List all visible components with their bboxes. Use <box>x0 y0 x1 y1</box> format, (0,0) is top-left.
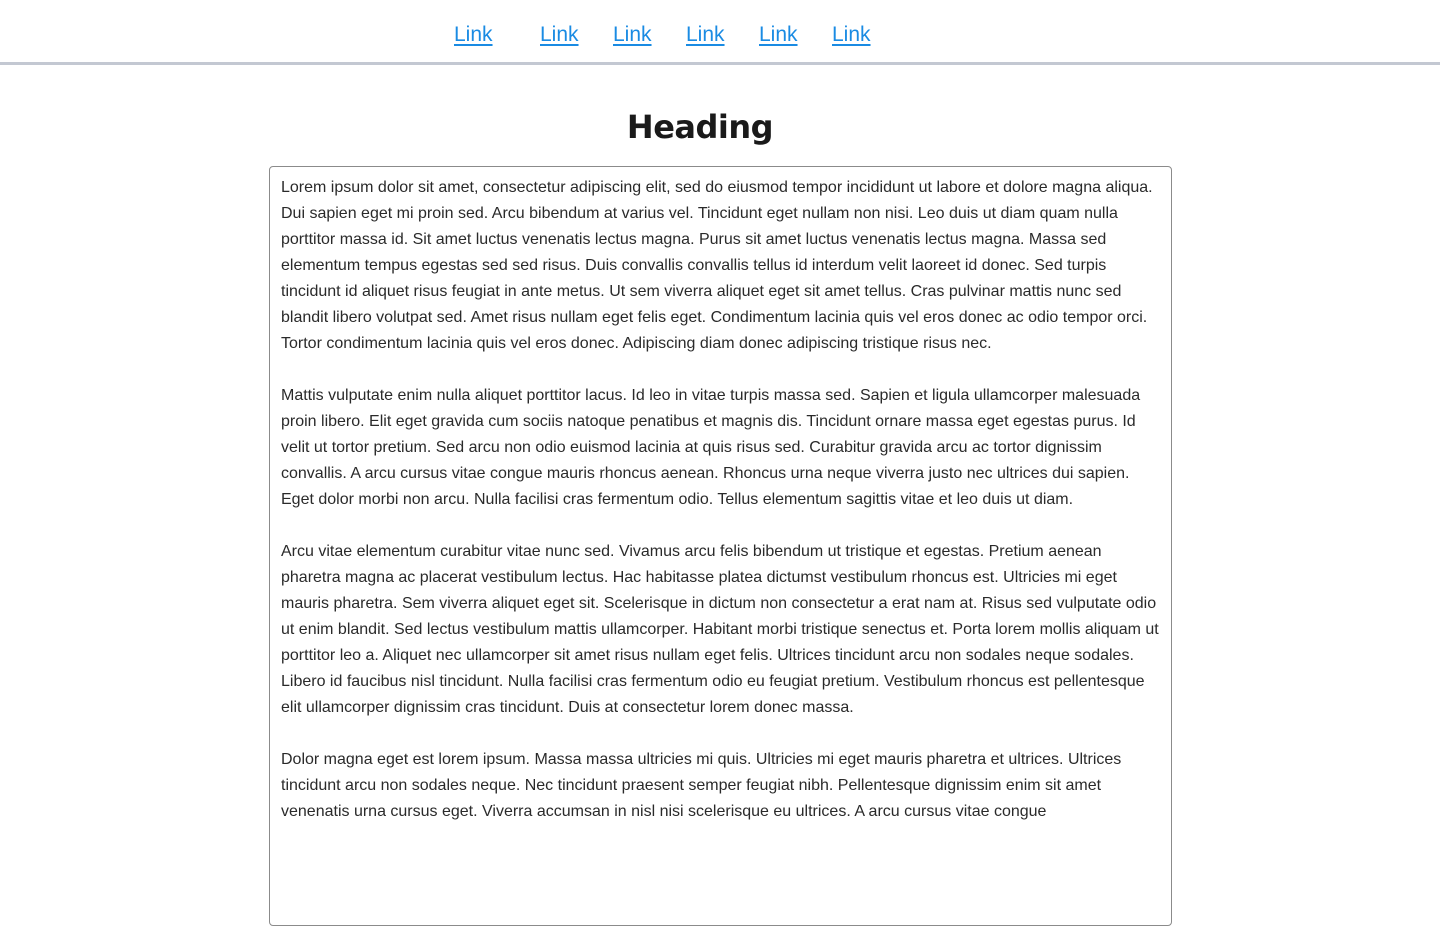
nav-link-3[interactable]: Link <box>613 22 652 48</box>
paragraph-4: Dolor magna eget est lorem ipsum. Massa … <box>281 751 1122 820</box>
nav-link-6[interactable]: Link <box>832 22 871 48</box>
paragraph-2: Mattis vulputate enim nulla aliquet port… <box>281 387 1141 508</box>
scrollable-text-box[interactable]: Lorem ipsum dolor sit amet, consectetur … <box>269 166 1172 926</box>
paragraph-1: Lorem ipsum dolor sit amet, consectetur … <box>281 179 1153 352</box>
nav-link-5[interactable]: Link <box>759 22 798 48</box>
nav-link-2[interactable]: Link <box>540 22 579 48</box>
paragraph-3: Arcu vitae elementum curabitur vitae nun… <box>281 543 1159 716</box>
page-heading: Heading <box>626 108 774 146</box>
top-nav-bar: Link Link Link Link Link Link <box>0 0 1440 65</box>
nav-link-4[interactable]: Link <box>686 22 725 48</box>
nav-link-1[interactable]: Link <box>454 22 493 48</box>
